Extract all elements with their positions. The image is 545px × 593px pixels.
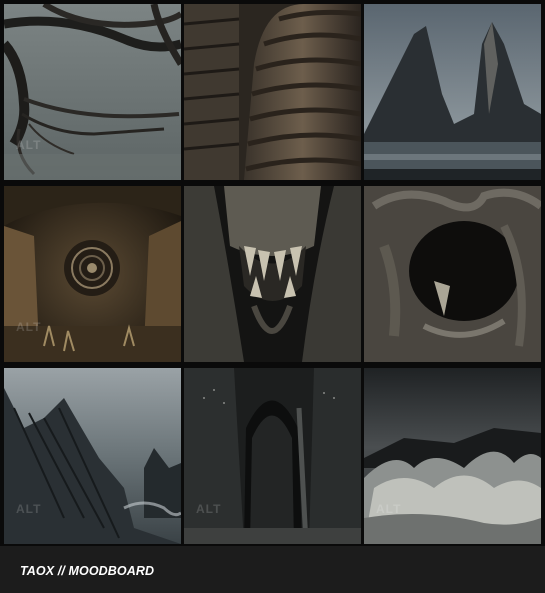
alt-badge: ALT xyxy=(376,502,402,516)
image-grid: ALT ALT ALT ALT ALT xyxy=(4,4,541,544)
caption-bar: TAOX // MOODBOARD xyxy=(0,546,545,593)
ruined-cave-portal-image[interactable]: ALT xyxy=(4,186,181,362)
driftwood-icon xyxy=(4,4,181,180)
ribbed-spire-image[interactable] xyxy=(184,4,361,180)
moodboard: ALT ALT ALT ALT ALT TAOX // MOODBOARD xyxy=(0,0,545,593)
alt-badge: ALT xyxy=(16,502,42,516)
stormy-sea-waves-image[interactable]: ALT xyxy=(364,368,541,544)
bone-cavern-image[interactable] xyxy=(364,186,541,362)
fanged-skull-image[interactable] xyxy=(184,186,361,362)
moodboard-caption: TAOX // MOODBOARD xyxy=(20,564,155,578)
portal-icon xyxy=(4,186,181,362)
cathedral-icon xyxy=(184,368,361,544)
alt-badge: ALT xyxy=(16,138,42,152)
skull-icon xyxy=(184,186,361,362)
twin-peaks-lake-image[interactable] xyxy=(364,4,541,180)
jagged-coast-rocks-image[interactable]: ALT xyxy=(4,368,181,544)
driftwood-roots-image[interactable]: ALT xyxy=(4,4,181,180)
dark-cathedral-cave-image[interactable]: ALT xyxy=(184,368,361,544)
mountain-icon xyxy=(364,4,541,180)
alt-badge: ALT xyxy=(16,320,42,334)
bone-cave-icon xyxy=(364,186,541,362)
spire-icon xyxy=(184,4,361,180)
waves-icon xyxy=(364,368,541,544)
rocks-icon xyxy=(4,368,181,544)
alt-badge: ALT xyxy=(196,502,222,516)
